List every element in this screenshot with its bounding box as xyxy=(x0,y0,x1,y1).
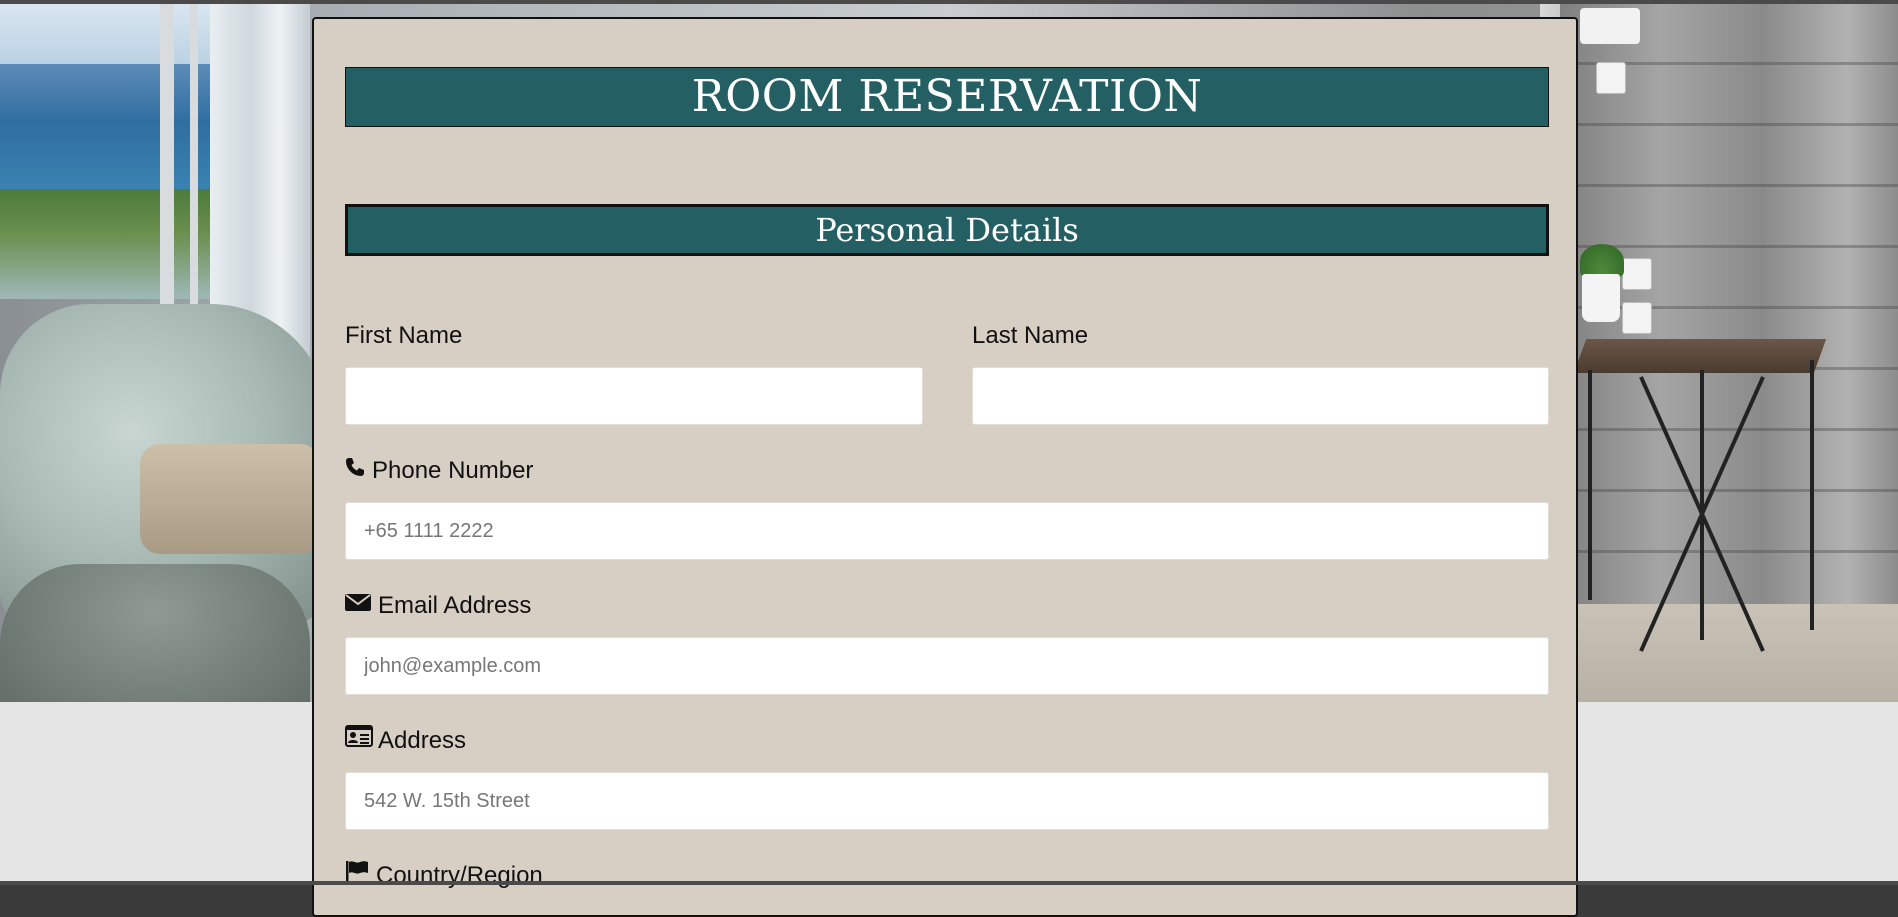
first-name-input[interactable] xyxy=(345,367,923,425)
phone-label: Phone Number xyxy=(345,456,533,487)
hero-wall-socket xyxy=(1622,258,1652,290)
hero-table-leg xyxy=(1588,370,1592,600)
hero-floor xyxy=(1560,604,1898,702)
phone-number-input[interactable] xyxy=(345,502,1549,560)
id-card-icon xyxy=(345,724,373,755)
bottom-edge xyxy=(0,881,1898,885)
hero-side-table xyxy=(1573,339,1827,373)
section-title-personal-details: Personal Details xyxy=(345,204,1549,256)
phone-label-text: Phone Number xyxy=(372,457,534,484)
email-label: Email Address xyxy=(345,591,531,622)
last-name-input[interactable] xyxy=(972,367,1549,425)
hero-armchair-seat xyxy=(140,444,320,554)
reservation-form-card: ROOM RESERVATION Personal Details First … xyxy=(312,17,1578,917)
form-title: ROOM RESERVATION xyxy=(345,67,1549,127)
flag-icon xyxy=(345,860,369,890)
hero-wall-socket xyxy=(1622,302,1652,334)
hero-armchair-front xyxy=(0,564,310,702)
hero-wall-lamp xyxy=(1580,8,1640,44)
country-region-label: Country/Region xyxy=(345,860,543,892)
first-name-label-text: First Name xyxy=(345,322,463,349)
first-name-label: First Name xyxy=(345,321,462,351)
address-label-text: Address xyxy=(378,727,467,754)
address-input[interactable] xyxy=(345,772,1549,830)
email-address-input[interactable] xyxy=(345,637,1549,695)
hero-plant xyxy=(1580,244,1624,278)
last-name-label-text: Last Name xyxy=(972,322,1089,349)
envelope-icon xyxy=(345,590,371,620)
address-label: Address xyxy=(345,724,467,757)
hero-plant-pot xyxy=(1582,274,1620,322)
last-name-label: Last Name xyxy=(972,321,1088,351)
email-label-text: Email Address xyxy=(378,592,532,619)
hero-table-leg xyxy=(1810,360,1814,630)
hero-wall-socket xyxy=(1596,62,1626,94)
phone-icon xyxy=(345,455,365,485)
